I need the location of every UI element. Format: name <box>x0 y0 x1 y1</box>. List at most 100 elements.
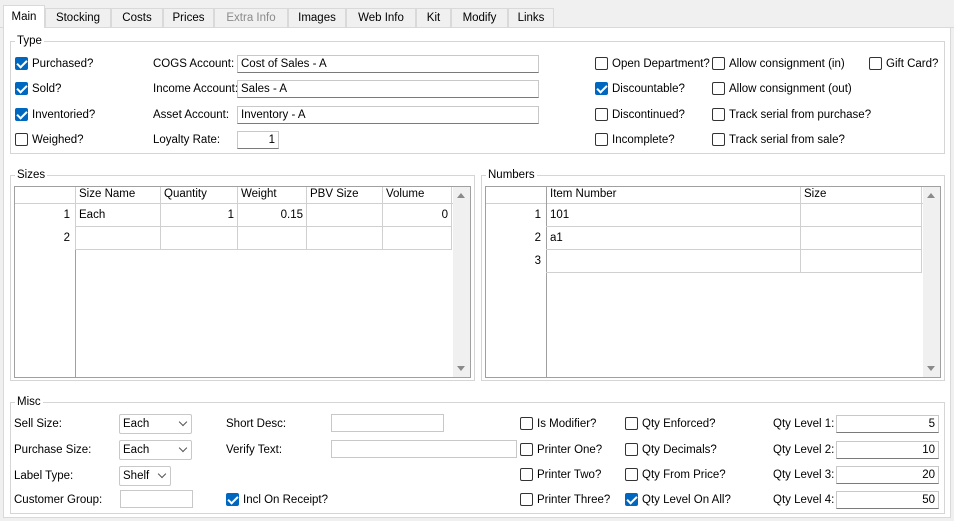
sizes-cell-size-name[interactable]: Each <box>76 205 160 225</box>
numbers-grid[interactable]: Item Number Size 1 101 2 a1 3 <box>485 186 941 378</box>
sold-label: Sold? <box>32 83 62 95</box>
tab-costs[interactable]: Costs <box>111 8 163 27</box>
discontinued-checkbox[interactable] <box>595 108 608 121</box>
tab-web-info[interactable]: Web Info <box>346 8 416 27</box>
incomplete-checkbox[interactable] <box>595 133 608 146</box>
sizes-cell-volume[interactable]: 0 <box>383 205 451 225</box>
is-modifier-checkbox[interactable] <box>520 417 533 430</box>
scroll-down-arrow-icon[interactable] <box>927 366 935 371</box>
qty-level-2-field[interactable]: 10 <box>836 441 939 459</box>
label-type-value: Shelf <box>123 470 150 482</box>
sizes-col-quantity[interactable]: Quantity <box>161 187 237 204</box>
tab-prices[interactable]: Prices <box>163 8 214 27</box>
tab-extra-info[interactable]: Extra Info <box>214 8 288 27</box>
purchased-label: Purchased? <box>32 58 94 70</box>
customer-group-field[interactable] <box>120 490 193 508</box>
sold-checkbox[interactable] <box>15 82 28 95</box>
income-account-field[interactable]: Sales - A <box>237 80 539 98</box>
consignment-out-checkbox[interactable] <box>712 82 725 95</box>
tab-kit[interactable]: Kit <box>416 8 451 27</box>
short-desc-label: Short Desc: <box>226 418 287 430</box>
numbers-vertical-scrollbar[interactable] <box>923 187 940 377</box>
sizes-col-volume[interactable]: Volume <box>383 187 451 204</box>
qty-level-2-label: Qty Level 2: <box>773 444 835 456</box>
tab-modify[interactable]: Modify <box>451 8 508 27</box>
sizes-cell-quantity[interactable]: 1 <box>161 205 237 225</box>
purchased-checkbox[interactable] <box>15 57 28 70</box>
scroll-up-arrow-icon[interactable] <box>457 193 465 198</box>
sizes-col-size-name[interactable]: Size Name <box>76 187 160 204</box>
serial-from-sale-checkbox[interactable] <box>712 133 725 146</box>
qty-level-3-label: Qty Level 3: <box>773 469 835 481</box>
sell-size-label: Sell Size: <box>14 418 62 430</box>
consignment-in-label: Allow consignment (in) <box>729 58 845 70</box>
sell-size-select[interactable]: Each <box>119 414 192 434</box>
loyalty-rate-field[interactable]: 1 <box>237 131 279 149</box>
qty-decimals-checkbox[interactable] <box>625 443 638 456</box>
consignment-out-label: Allow consignment (out) <box>729 83 852 95</box>
asset-account-field[interactable]: Inventory - A <box>237 106 539 124</box>
qty-level-on-all-checkbox[interactable] <box>625 493 638 506</box>
sell-size-value: Each <box>123 418 150 430</box>
incl-on-receipt-checkbox[interactable] <box>226 493 239 506</box>
weighed-label: Weighed? <box>32 134 84 146</box>
loyalty-rate-label: Loyalty Rate: <box>153 134 221 146</box>
consignment-in-checkbox[interactable] <box>712 57 725 70</box>
chevron-down-icon <box>178 417 188 427</box>
numbers-row-number: 2 <box>534 232 541 244</box>
qty-level-4-label: Qty Level 4: <box>773 494 835 506</box>
numbers-cell-item-number[interactable]: a1 <box>547 228 800 248</box>
inventoried-checkbox[interactable] <box>15 108 28 121</box>
printer-three-checkbox[interactable] <box>520 493 533 506</box>
qty-level-1-field[interactable]: 5 <box>836 415 939 433</box>
weighed-checkbox[interactable] <box>15 133 28 146</box>
verify-text-field[interactable] <box>331 440 517 458</box>
purchase-size-select[interactable]: Each <box>119 440 192 460</box>
cogs-account-label: COGS Account: <box>153 58 235 70</box>
sizes-vertical-scrollbar[interactable] <box>453 187 470 377</box>
open-department-label: Open Department? <box>612 58 710 70</box>
tab-links[interactable]: Links <box>508 8 554 27</box>
misc-group-title: Misc <box>15 396 43 409</box>
qty-enforced-checkbox[interactable] <box>625 417 638 430</box>
sizes-cell-weight[interactable]: 0.15 <box>238 205 306 225</box>
customer-group-label: Customer Group: <box>14 494 103 506</box>
printer-two-checkbox[interactable] <box>520 468 533 481</box>
discountable-checkbox[interactable] <box>595 82 608 95</box>
printer-one-label: Printer One? <box>537 444 603 456</box>
asset-account-label: Asset Account: <box>153 109 230 121</box>
qty-from-price-label: Qty From Price? <box>642 469 726 481</box>
qty-level-3-field[interactable]: 20 <box>836 466 939 484</box>
qty-level-4-field[interactable]: 50 <box>836 491 939 509</box>
tab-stocking[interactable]: Stocking <box>45 8 111 27</box>
gift-card-checkbox[interactable] <box>869 57 882 70</box>
tab-main[interactable]: Main <box>3 5 45 28</box>
printer-one-checkbox[interactable] <box>520 443 533 456</box>
chevron-down-icon <box>178 443 188 453</box>
numbers-col-item-number[interactable]: Item Number <box>547 187 800 204</box>
qty-from-price-checkbox[interactable] <box>625 468 638 481</box>
sizes-col-pbv-size[interactable]: PBV Size <box>307 187 382 204</box>
cogs-account-field[interactable]: Cost of Sales - A <box>237 55 539 73</box>
numbers-row-number: 3 <box>534 255 541 267</box>
qty-level-on-all-label: Qty Level On All? <box>642 494 731 506</box>
numbers-row-number: 1 <box>534 209 541 221</box>
label-type-label: Label Type: <box>14 470 74 482</box>
qty-enforced-label: Qty Enforced? <box>642 418 716 430</box>
qty-decimals-label: Qty Decimals? <box>642 444 717 456</box>
numbers-cell-item-number[interactable]: 101 <box>547 205 800 225</box>
open-department-checkbox[interactable] <box>595 57 608 70</box>
is-modifier-label: Is Modifier? <box>537 418 597 430</box>
label-type-select[interactable]: Shelf <box>119 466 171 486</box>
scroll-up-arrow-icon[interactable] <box>927 193 935 198</box>
sizes-col-weight[interactable]: Weight <box>238 187 306 204</box>
printer-three-label: Printer Three? <box>537 494 611 506</box>
discontinued-label: Discontinued? <box>612 109 685 121</box>
tab-images[interactable]: Images <box>288 8 346 27</box>
short-desc-field[interactable] <box>331 414 444 432</box>
serial-from-purchase-label: Track serial from purchase? <box>729 109 872 121</box>
sizes-grid[interactable]: Size Name Quantity Weight PBV Size Volum… <box>14 186 471 378</box>
numbers-col-size[interactable]: Size <box>801 187 921 204</box>
serial-from-purchase-checkbox[interactable] <box>712 108 725 121</box>
scroll-down-arrow-icon[interactable] <box>457 366 465 371</box>
